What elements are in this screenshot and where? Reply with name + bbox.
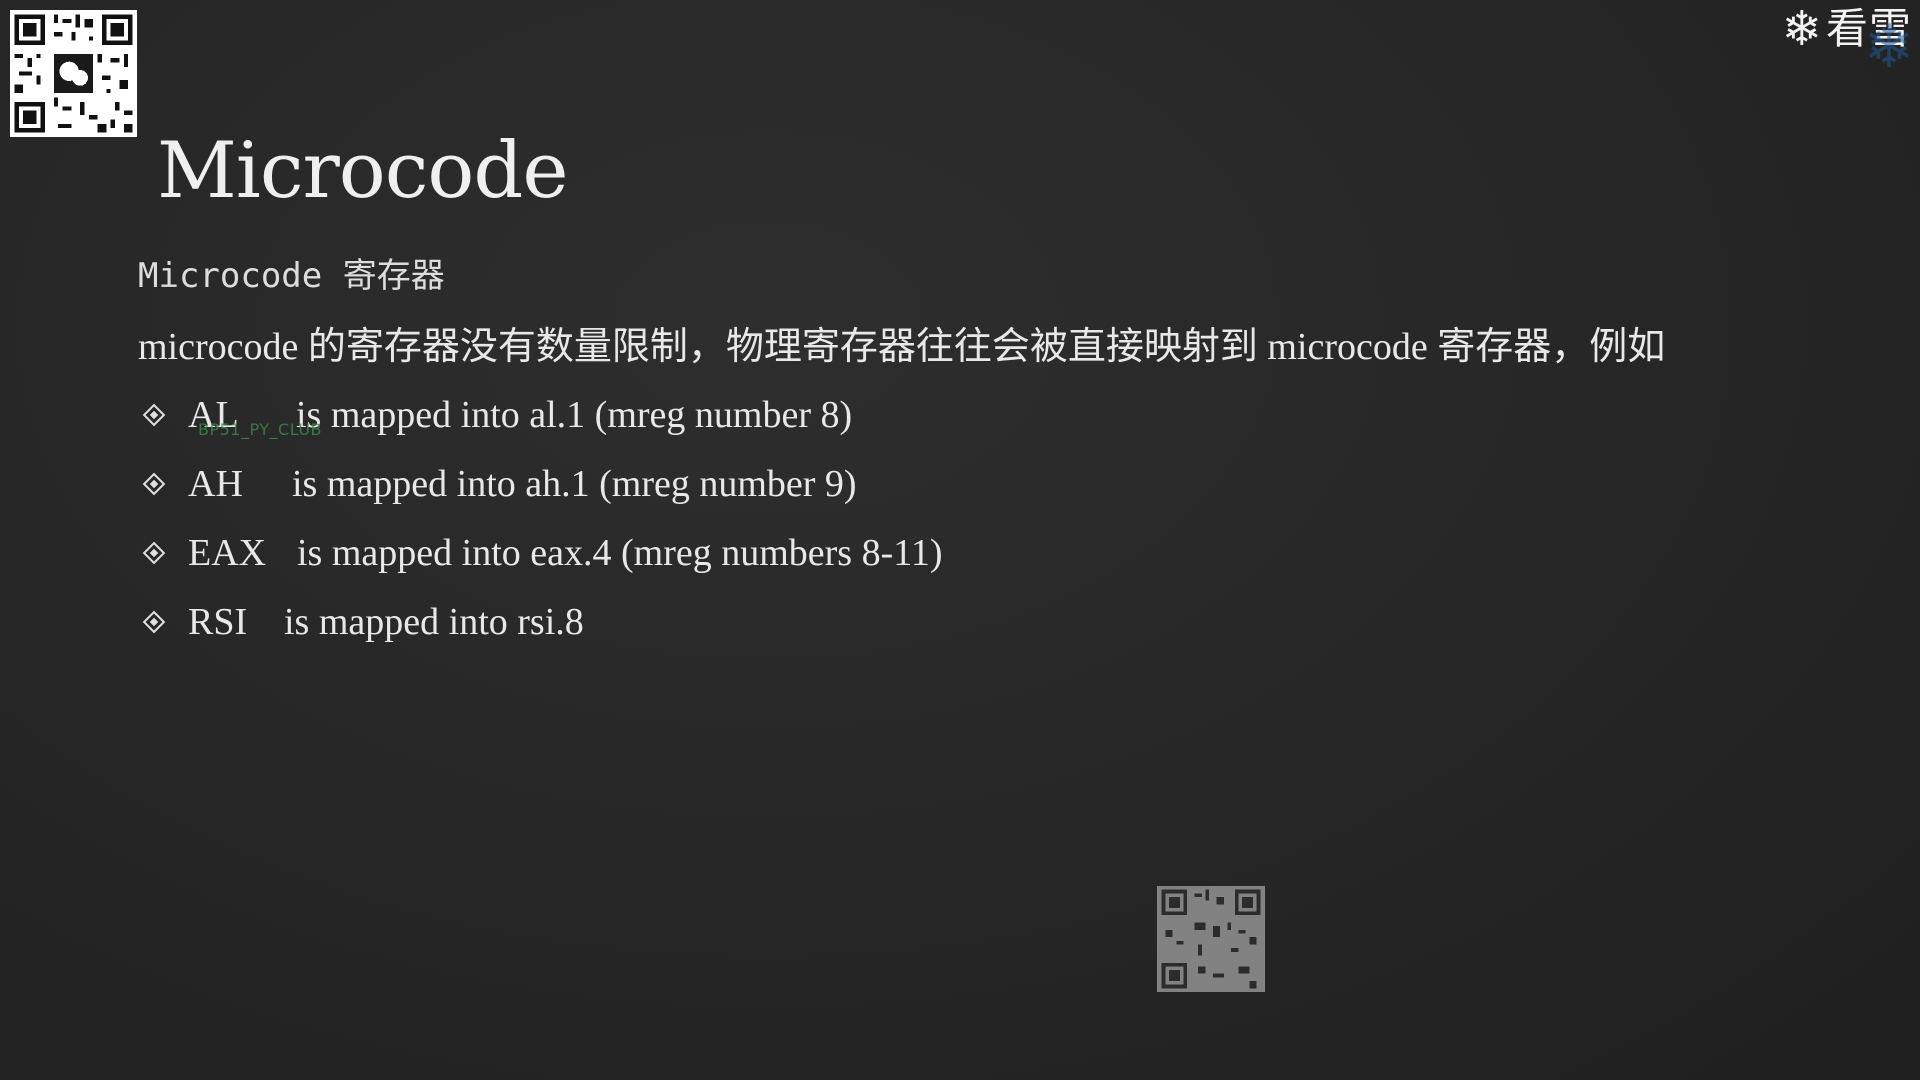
diamond-bullet-icon bbox=[142, 610, 166, 633]
qr-code-icon bbox=[10, 10, 137, 137]
qr-code-bottom bbox=[1157, 886, 1265, 992]
diamond-bullet-icon bbox=[142, 541, 166, 564]
intro-text: microcode 的寄存器没有数量限制，物理寄存器往往会被直接映射到 micr… bbox=[138, 326, 1666, 368]
slide-subtitle: Microcode 寄存器 bbox=[138, 256, 445, 296]
snowflake-decoration-icon: ❄ bbox=[1863, 12, 1914, 82]
list-item: RSI is mapped into rsi.8 bbox=[138, 587, 942, 656]
qr-code-top-left bbox=[10, 10, 137, 137]
snowflake-icon: ❄ bbox=[1781, 1, 1822, 57]
register-mapping: is mapped into ah.1 (mreg number 9) bbox=[292, 462, 857, 505]
qr-code-icon bbox=[1158, 886, 1264, 992]
register-name: AH bbox=[188, 462, 243, 505]
diamond-bullet-icon bbox=[142, 472, 166, 495]
register-mapping: is mapped into rsi.8 bbox=[284, 600, 584, 643]
register-mapping: is mapped into eax.4 (mreg numbers 8-11) bbox=[297, 531, 943, 574]
slide-title: Microcode bbox=[157, 126, 568, 216]
register-mapping: is mapped into al.1 (mreg number 8) bbox=[296, 393, 853, 436]
watermark-text: BP51_PY_CLUB bbox=[198, 420, 323, 439]
register-name: EAX bbox=[188, 531, 267, 574]
list-item: EAX is mapped into eax.4 (mreg numbers 8… bbox=[138, 518, 942, 587]
diamond-bullet-icon bbox=[142, 403, 166, 426]
list-item: AH is mapped into ah.1 (mreg number 9) bbox=[138, 449, 942, 518]
register-name: RSI bbox=[188, 600, 248, 643]
